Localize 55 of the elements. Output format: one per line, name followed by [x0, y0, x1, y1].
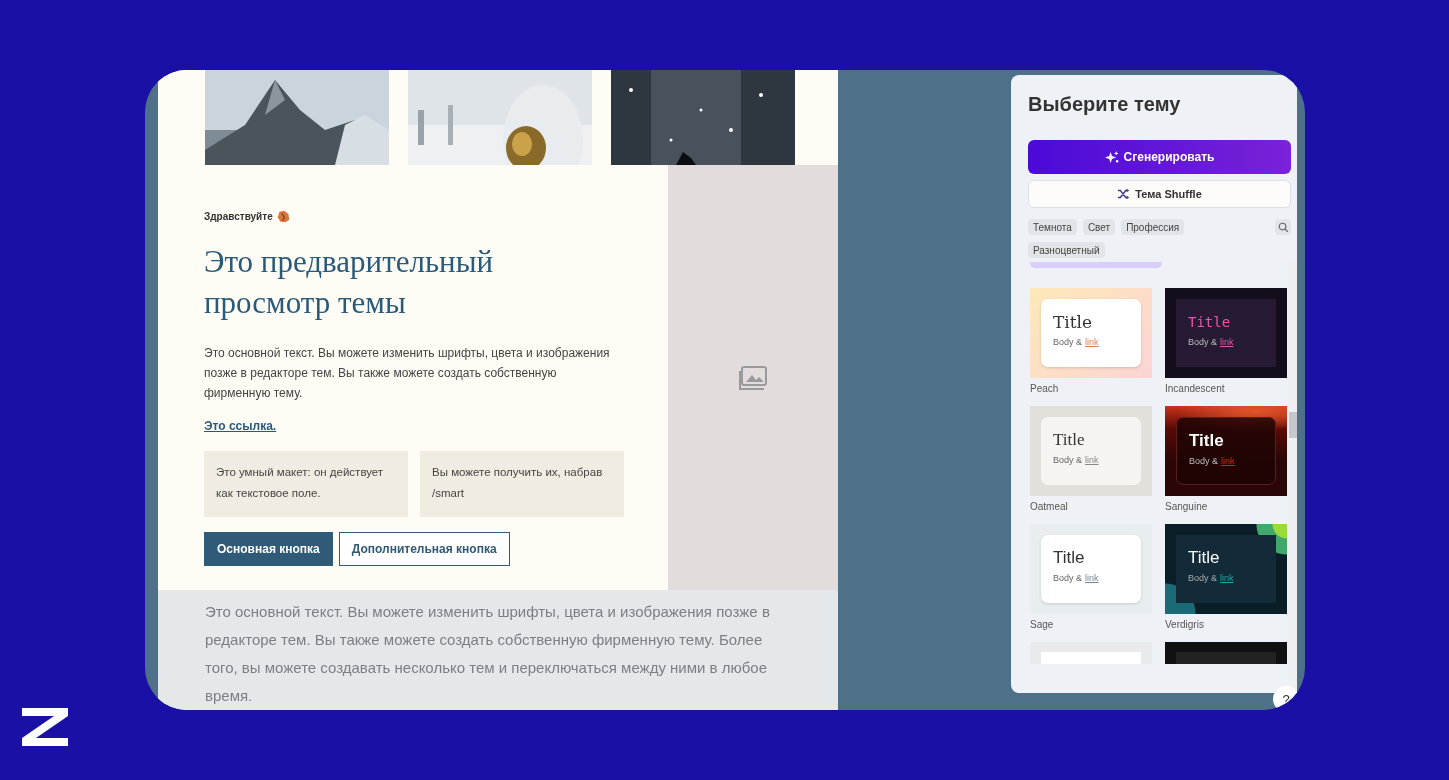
image-icon [738, 364, 768, 391]
body-sample: Body & [1053, 337, 1083, 347]
link-sample: link [1085, 337, 1099, 347]
sparkle-icon [1104, 150, 1119, 164]
theme-title-sample: Title [1053, 548, 1086, 568]
heading: Это предварительный просмотр темы [204, 243, 495, 322]
filter-chip[interactable]: Темнота [1028, 219, 1077, 235]
filter-chip[interactable]: Свет [1082, 219, 1116, 235]
generate-button[interactable]: Сгенерировать [1028, 140, 1291, 174]
secondary-button[interactable]: Дополнительная кнопка [338, 532, 510, 566]
theme-name: Sage [1030, 619, 1055, 632]
theme-title-sample: Title [1053, 430, 1086, 450]
theme-thumbnail[interactable]: Title Body & link [1030, 288, 1152, 378]
panel-title: Выберите тему [1028, 93, 1182, 116]
theme-title-sample: Title [1189, 431, 1225, 451]
body-sample: Body & [1053, 455, 1083, 465]
theme-thumbnail[interactable]: Title Body & link [1165, 288, 1287, 378]
theme-thumbnail[interactable] [1165, 642, 1287, 664]
search-icon [1278, 222, 1288, 232]
theme-thumbnail[interactable]: Title Body & link [1165, 524, 1287, 614]
link-sample: link [1220, 573, 1234, 583]
greeting: Здравствуйте [204, 211, 273, 222]
scrollbar[interactable] [1289, 262, 1297, 693]
theme-title-sample: Title [1188, 548, 1221, 568]
body-sample: Body & [1188, 573, 1218, 583]
shuffle-icon [1117, 188, 1131, 200]
smart-layout-box: Вы можете получить их, набрав /smart [420, 451, 624, 517]
link-sample: link [1221, 456, 1235, 466]
body-sample: Body & [1189, 456, 1219, 466]
filter-chip[interactable]: Профессия [1121, 219, 1185, 235]
link-sample: link [1220, 337, 1234, 347]
body-sample: Body & [1053, 573, 1083, 583]
filter-chip[interactable]: Разноцветный [1028, 242, 1105, 258]
search-button[interactable] [1275, 219, 1291, 235]
link[interactable]: Это ссылка. [204, 419, 277, 433]
body-text: Это основной текст. Вы можете изменить шрифты, цвета и изображения позже в редакторе тем. Вы также можете создать собственную фирменную тему. [204, 345, 611, 402]
theme-name: Sanguine [1165, 501, 1209, 514]
link-sample: link [1085, 455, 1099, 465]
logo-icon [22, 708, 68, 746]
theme-title-sample: Title [1053, 312, 1094, 332]
link-sample: link [1085, 573, 1099, 583]
shuffle-button[interactable]: Тема Shuffle [1028, 180, 1291, 208]
theme-name: Peach [1030, 383, 1060, 396]
theme-thumbnail[interactable]: Title Body & link [1030, 524, 1152, 614]
theme-thumbnail[interactable]: Title Body & link [1030, 406, 1152, 496]
theme-name: Incandescent [1165, 383, 1226, 396]
primary-button[interactable]: Основная кнопка [204, 532, 333, 566]
smart-layout-box: Это умный макет: он действует как текстовое поле. [204, 451, 408, 517]
body-sample: Body & [1188, 337, 1218, 347]
theme-thumbnail[interactable]: Title Body & link [1165, 406, 1287, 496]
body-text: Это основной текст. Вы можете изменить шрифты, цвета и изображения позже в редакторе тем. Вы также можете создать собственную фирменную тему. Более того, вы можете создавать несколько тем и переключаться между ними в любое время. [205, 602, 771, 706]
theme-name: Oatmeal [1030, 501, 1069, 514]
hand-icon [276, 210, 290, 223]
theme-name: Verdigris [1165, 619, 1205, 632]
theme-title-sample: Title [1188, 313, 1232, 332]
